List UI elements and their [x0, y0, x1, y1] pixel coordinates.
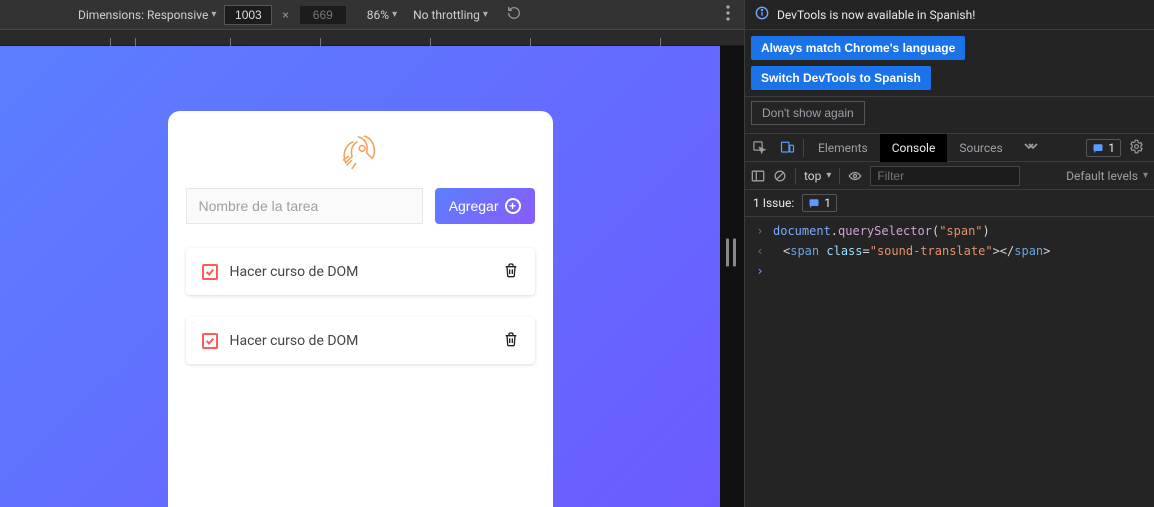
tab-elements[interactable]: Elements [806, 134, 880, 162]
task-row: Hacer curso de DOM [186, 248, 535, 295]
dimension-separator: × [280, 8, 290, 22]
console-prompt-line[interactable]: › [745, 261, 1154, 281]
dimensions-label: Dimensions: Responsive [78, 8, 208, 22]
tab-sources[interactable]: Sources [947, 134, 1014, 162]
page-background: Agregar + Hacer curso de DOM [0, 46, 720, 507]
device-toolbar: Dimensions: Responsive × 86% No throttli… [0, 0, 744, 30]
viewport-pane: Dimensions: Responsive × 86% No throttli… [0, 0, 744, 507]
height-input[interactable] [299, 5, 347, 25]
console-toolbar: top Default levels [745, 162, 1154, 190]
log-levels-dropdown[interactable]: Default levels [1066, 169, 1148, 183]
throttling-dropdown[interactable]: No throttling [413, 8, 488, 22]
devtools-tabs: Elements Console Sources 1 [745, 134, 1154, 162]
rotate-icon[interactable] [506, 5, 522, 24]
clear-console-icon[interactable] [773, 169, 787, 183]
rocket-icon [186, 129, 535, 178]
console-input-line: › document.querySelector("span") [745, 221, 1154, 241]
language-bar: Always match Chrome's language Switch De… [745, 30, 1154, 97]
kebab-menu-icon[interactable] [722, 1, 734, 28]
inspect-element-icon[interactable] [745, 134, 773, 162]
zoom-dropdown[interactable]: 86% [367, 8, 397, 22]
output-chevron-icon: ‹ [755, 244, 765, 258]
plus-circle-icon: + [505, 198, 521, 214]
dont-show-bar: Don't show again [745, 97, 1154, 134]
match-chrome-language-button[interactable]: Always match Chrome's language [751, 36, 965, 60]
switch-to-spanish-button[interactable]: Switch DevTools to Spanish [751, 66, 931, 90]
toggle-device-toolbar-icon[interactable] [773, 134, 801, 162]
viewport-area: Agregar + Hacer curso de DOM [0, 46, 744, 507]
execution-context-select[interactable]: top [804, 169, 831, 183]
issues-line: 1 Issue: 1 [745, 190, 1154, 217]
dimensions-dropdown[interactable]: Dimensions: Responsive [78, 8, 216, 22]
task-text: Hacer curso de DOM [230, 264, 491, 280]
info-icon [755, 6, 769, 23]
console-body[interactable]: › document.querySelector("span") ‹ <span… [745, 217, 1154, 507]
ruler [0, 30, 744, 46]
devtools-pane: DevTools is now available in Spanish! Al… [744, 0, 1154, 507]
trash-icon[interactable] [503, 331, 519, 350]
dont-show-again-button[interactable]: Don't show again [751, 101, 865, 125]
issues-chip-count: 1 [824, 196, 831, 210]
input-chevron-icon: › [755, 224, 765, 238]
console-output-line: ‹ <span class="sound-translate"></span> [745, 241, 1154, 261]
tabs-overflow-icon[interactable] [1015, 141, 1047, 155]
console-input-code: document.querySelector("span") [773, 224, 990, 238]
info-bar: DevTools is now available in Spanish! [745, 0, 1154, 30]
width-input[interactable] [224, 5, 272, 25]
issues-badge[interactable]: 1 [1086, 139, 1121, 157]
task-row: Hacer curso de DOM [186, 317, 535, 364]
tab-console[interactable]: Console [880, 134, 948, 162]
issues-line-label: 1 Issue: [753, 196, 794, 210]
info-text: DevTools is now available in Spanish! [777, 8, 975, 22]
console-filter-input[interactable] [870, 166, 1020, 186]
task-name-input[interactable] [186, 188, 423, 224]
live-expression-icon[interactable] [848, 169, 862, 183]
zoom-value: 86% [367, 8, 389, 22]
todo-card: Agregar + Hacer curso de DOM [168, 111, 553, 507]
task-checkbox[interactable] [202, 264, 218, 280]
log-levels-label: Default levels [1066, 169, 1138, 183]
issues-chip[interactable]: 1 [802, 194, 837, 212]
console-output-code[interactable]: <span class="sound-translate"></span> [773, 244, 1050, 258]
sidebar-toggle-icon[interactable] [751, 169, 765, 183]
task-checkbox[interactable] [202, 333, 218, 349]
execution-context-label: top [804, 169, 821, 183]
add-task-row: Agregar + [186, 188, 535, 224]
gear-icon[interactable] [1125, 135, 1148, 161]
issues-badge-count: 1 [1108, 141, 1115, 155]
task-text: Hacer curso de DOM [230, 333, 491, 349]
trash-icon[interactable] [503, 262, 519, 281]
prompt-chevron-icon: › [755, 264, 765, 278]
throttling-value: No throttling [413, 8, 480, 22]
add-button-label: Agregar [449, 198, 499, 214]
add-task-button[interactable]: Agregar + [435, 188, 535, 224]
split-handle[interactable] [724, 236, 738, 271]
